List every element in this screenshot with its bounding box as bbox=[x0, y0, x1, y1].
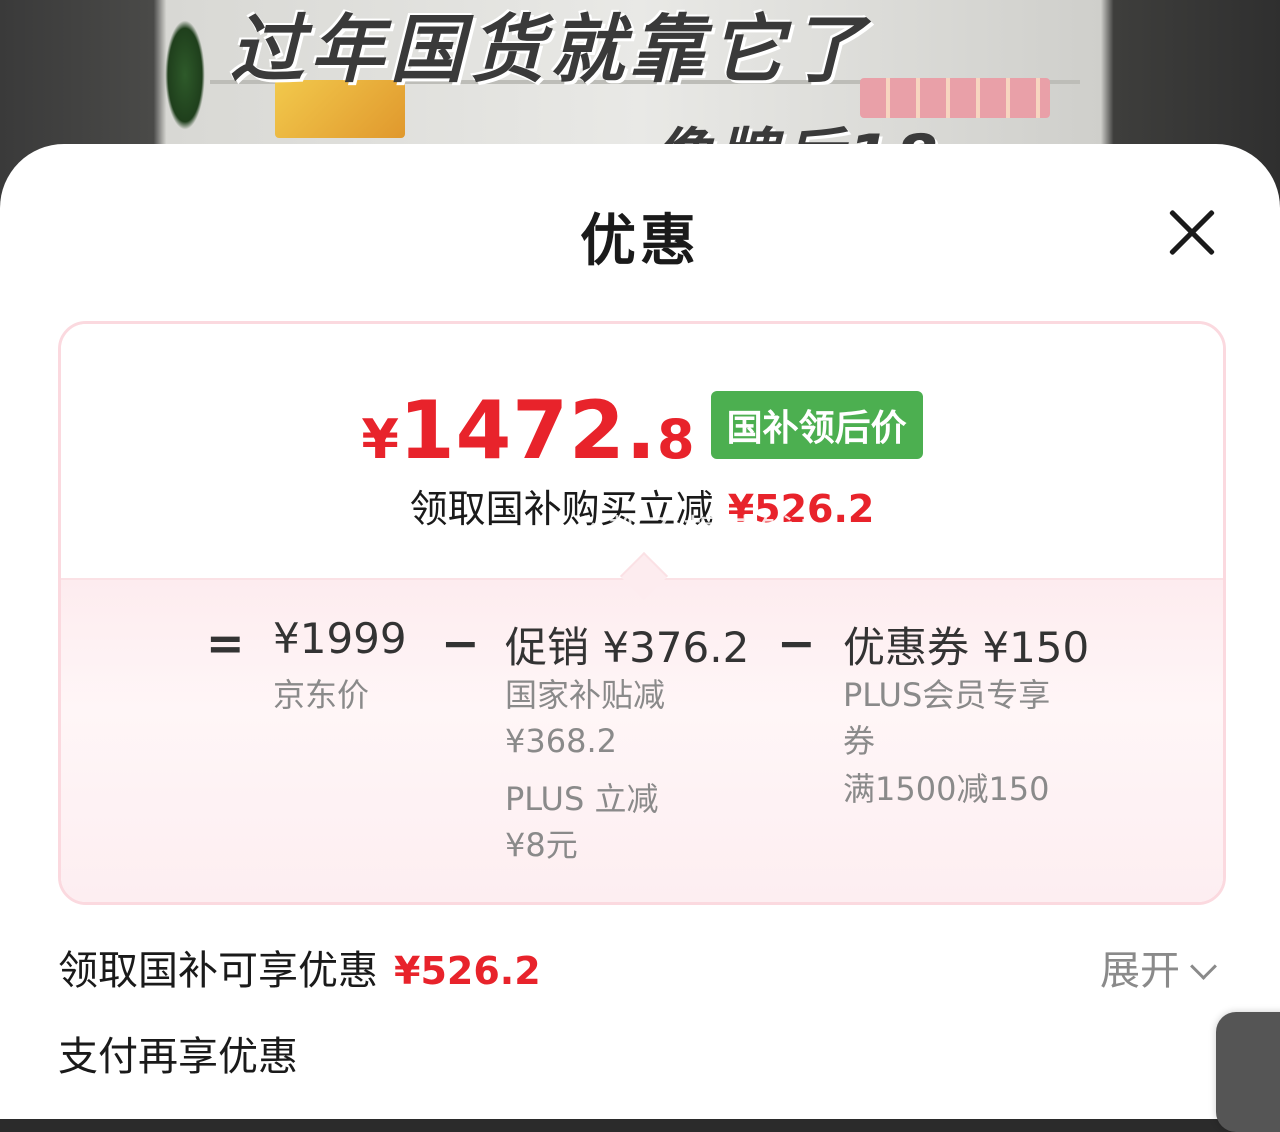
expand-label: 展开 bbox=[1100, 948, 1180, 994]
coupon-total: 优惠券 ¥150 bbox=[843, 623, 1090, 672]
close-icon[interactable] bbox=[1160, 200, 1224, 264]
base-price: ¥1999 bbox=[273, 614, 407, 663]
payment-benefit-label: 支付再享优惠 bbox=[58, 1034, 298, 1080]
banner-headline: 过年国货就靠它了 bbox=[230, 7, 870, 93]
promo-item: 国家补贴减 bbox=[505, 676, 666, 714]
price-summary: ¥1472.8 国补领后价 领取国补购买立减 ¥526.2 什么都不想花钱! bbox=[61, 324, 1223, 578]
coupon-item: 券 bbox=[843, 722, 876, 760]
expand-button[interactable]: 展开 bbox=[1100, 938, 1217, 996]
coupon-item: 满1500减150 bbox=[843, 770, 1050, 808]
floating-side-tab[interactable] bbox=[1216, 1012, 1280, 1132]
price-breakdown-card: ¥1472.8 国补领后价 领取国补购买立减 ¥526.2 什么都不想花钱! = ¥… bbox=[58, 321, 1226, 905]
coupon-item: PLUS会员专享 bbox=[843, 676, 1051, 714]
final-price: ¥1472.8 bbox=[361, 384, 694, 477]
promo-item: PLUS 立减 bbox=[505, 780, 659, 818]
promo-item: ¥368.2 bbox=[505, 722, 617, 760]
plant-decoration bbox=[165, 20, 205, 130]
promo-total: 促销 ¥376.2 bbox=[505, 623, 750, 672]
subsidy-benefit-row[interactable]: 领取国补可享优惠 ¥526.2 bbox=[58, 938, 541, 996]
promo-item: ¥8元 bbox=[505, 826, 578, 864]
watermark-text: 什么都不想花钱! bbox=[531, 513, 814, 554]
final-price-row: ¥1472.8 国补领后价 bbox=[61, 384, 1223, 477]
base-price-label: 京东价 bbox=[273, 676, 370, 714]
minus-sign: − bbox=[777, 616, 816, 670]
discount-sheet: 优惠 ¥1472.8 国补领后价 领取国补购买立减 ¥526.2 什么都不想花钱! … bbox=[0, 144, 1280, 1132]
subsidy-price-badge: 国补领后价 bbox=[710, 390, 923, 459]
chevron-down-icon bbox=[1190, 953, 1217, 980]
price-integer: 1472. bbox=[398, 384, 658, 477]
currency-symbol: ¥ bbox=[361, 408, 399, 471]
subsidy-benefit-label: 领取国补可享优惠 bbox=[58, 948, 378, 994]
minus-sign: − bbox=[441, 616, 480, 670]
price-decimal: 8 bbox=[657, 408, 695, 471]
payment-benefit-row[interactable]: 支付再享优惠 bbox=[58, 1024, 298, 1082]
sheet-title: 优惠 bbox=[580, 209, 700, 274]
subsidy-benefit-amount: ¥526.2 bbox=[394, 949, 541, 993]
equals-sign: = bbox=[206, 616, 245, 670]
